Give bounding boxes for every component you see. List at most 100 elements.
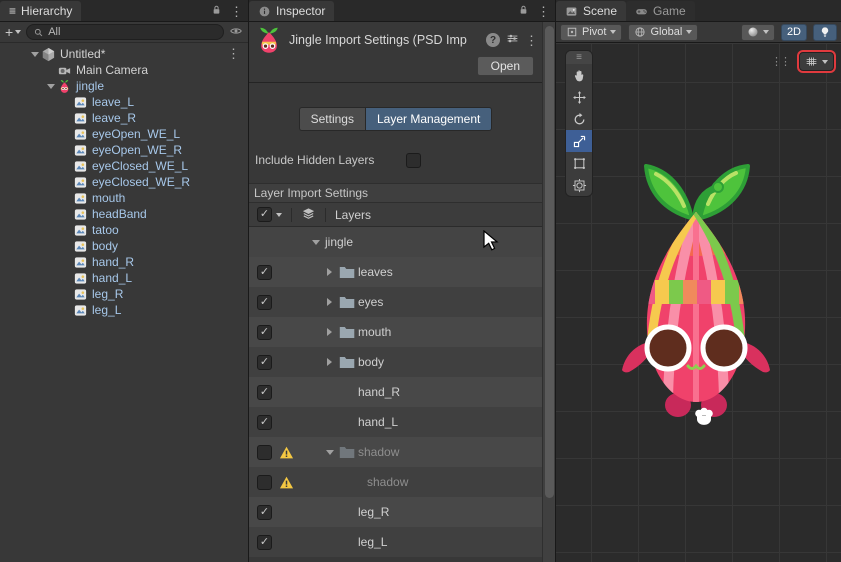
view-hand-tool[interactable] [566, 64, 592, 86]
scale-tool-selected[interactable] [566, 130, 592, 152]
hierarchy-item-leg_r[interactable]: leg_R [0, 286, 248, 302]
hierarchy-item-body[interactable]: body [0, 238, 248, 254]
tab-hierarchy[interactable]: ≡ Hierarchy [0, 1, 82, 21]
include-hidden-layers-label: Include Hidden Layers [255, 153, 375, 167]
layers-column-label: Layers [335, 207, 372, 222]
hierarchy-item-headband[interactable]: headBand [0, 206, 248, 222]
foldout-icon[interactable] [323, 326, 336, 339]
tab-layer-management[interactable]: Layer Management [364, 107, 493, 131]
scrollbar-thumb[interactable] [545, 26, 554, 498]
item-kebab-icon[interactable]: ⋮ [227, 46, 240, 62]
layer-enabled-checkbox[interactable]: ✓ [257, 324, 272, 340]
scene-picker-icon[interactable] [229, 24, 243, 41]
hierarchy-item-main-camera[interactable]: Main Camera [0, 62, 248, 78]
include-hidden-layers-checkbox[interactable] [406, 152, 421, 168]
global-dropdown[interactable]: Global [628, 23, 699, 41]
layer-enabled-checkbox[interactable] [257, 474, 272, 490]
hierarchy-item-jingle[interactable]: jingle [0, 78, 248, 94]
layer-enabled-checkbox[interactable]: ✓ [257, 384, 272, 400]
pivot-icon [567, 27, 577, 37]
layer-row-mouth[interactable]: ✓ mouth [249, 317, 542, 347]
layer-row-leaves[interactable]: ✓ leaves [249, 257, 542, 287]
foldout-icon [44, 64, 57, 77]
panel-kebab-icon[interactable]: ⋮ [537, 5, 550, 18]
tab-settings[interactable]: Settings [298, 107, 365, 131]
foldout-icon [60, 288, 73, 301]
lock-icon[interactable] [517, 3, 530, 19]
hierarchy-item-leave_l[interactable]: leave_L [0, 94, 248, 110]
overlay-drag-handle[interactable]: ≡ [566, 51, 592, 64]
foldout-icon [60, 192, 73, 205]
hierarchy-item-eyeopen_we_r[interactable]: eyeOpen_WE_R [0, 142, 248, 158]
layer-enabled-checkbox[interactable]: ✓ [257, 414, 272, 430]
foldout-icon [60, 224, 73, 237]
shading-mode-dropdown[interactable] [740, 23, 775, 41]
layer-enabled-checkbox[interactable]: ✓ [257, 294, 272, 310]
panel-kebab-icon[interactable]: ⋮ [230, 5, 243, 18]
hierarchy-item-hand_r[interactable]: hand_R [0, 254, 248, 270]
layer-row-hand_l[interactable]: ✓ hand_L [249, 407, 542, 437]
tab-inspector[interactable]: Inspector [249, 1, 335, 21]
sprite-icon [73, 191, 88, 206]
foldout-icon[interactable] [44, 80, 57, 93]
layer-enabled-checkbox[interactable]: ✓ [257, 354, 272, 370]
transform-tool[interactable] [566, 174, 592, 196]
foldout-icon[interactable] [323, 266, 336, 279]
scene-viewport[interactable]: ≡ ⋮⋮ [556, 44, 841, 562]
hierarchy-tree: Untitled* ⋮ Main Camera jingle leave_L leave_… [0, 43, 248, 318]
hierarchy-search-input[interactable]: All [26, 24, 224, 40]
presets-icon[interactable] [506, 32, 519, 48]
rect-tool[interactable] [566, 152, 592, 174]
layer-row-shadow-child[interactable]: shadow [249, 467, 542, 497]
hierarchy-item-hand_l[interactable]: hand_L [0, 270, 248, 286]
scene-lighting-toggle[interactable] [813, 23, 837, 41]
layer-enabled-checkbox[interactable]: ✓ [257, 534, 272, 550]
layer-row-body[interactable]: ✓ body [249, 347, 542, 377]
layer-row-hand_r[interactable]: ✓ hand_R [249, 377, 542, 407]
hierarchy-item-eyeclosed_we_l[interactable]: eyeClosed_WE_L [0, 158, 248, 174]
lock-icon[interactable] [210, 3, 223, 19]
layer-enabled-checkbox[interactable] [257, 444, 272, 460]
hierarchy-item-eyeclosed_we_r[interactable]: eyeClosed_WE_R [0, 174, 248, 190]
grid-visibility-button[interactable] [799, 52, 834, 71]
foldout-icon[interactable] [323, 446, 336, 459]
hierarchy-item-tatoo[interactable]: tatoo [0, 222, 248, 238]
hierarchy-item-leg_l[interactable]: leg_L [0, 302, 248, 318]
layer-row-leg_l[interactable]: ✓ leg_L [249, 527, 542, 557]
sprite-icon [73, 207, 88, 222]
layer-label: leg_R [358, 505, 390, 519]
checkbox-dropdown-caret-icon[interactable] [276, 212, 282, 217]
folder-icon [339, 356, 355, 369]
layer-enabled-checkbox[interactable]: ✓ [257, 504, 272, 520]
foldout-icon[interactable] [309, 236, 322, 249]
tab-game[interactable]: Game [626, 1, 695, 21]
foldout-icon[interactable] [28, 48, 41, 61]
open-button[interactable]: Open [476, 56, 534, 76]
rotate-tool[interactable] [566, 108, 592, 130]
asset-kebab-icon[interactable]: ⋮ [525, 34, 538, 47]
foldout-icon[interactable] [323, 356, 336, 369]
hierarchy-item-eyeopen_we_l[interactable]: eyeOpen_WE_L [0, 126, 248, 142]
move-tool[interactable] [566, 86, 592, 108]
all-layers-checkbox[interactable]: ✓ [257, 207, 272, 222]
tab-scene[interactable]: Scene [556, 1, 627, 21]
layer-row-eyes[interactable]: ✓ eyes [249, 287, 542, 317]
search-icon [35, 28, 43, 36]
pivot-dropdown[interactable]: Pivot [560, 23, 623, 41]
foldout-icon[interactable] [323, 296, 336, 309]
add-object-button[interactable]: + [5, 25, 22, 39]
sprite-icon [73, 95, 88, 110]
layer-row-shadow[interactable]: shadow [249, 437, 542, 467]
layer-enabled-checkbox[interactable]: ✓ [257, 264, 272, 280]
grid-overlay-drag-handle[interactable]: ⋮⋮ [771, 55, 791, 68]
foldout-icon [60, 144, 73, 157]
folder-icon [339, 446, 355, 459]
help-icon[interactable]: ? [486, 33, 500, 47]
hierarchy-item-mouth[interactable]: mouth [0, 190, 248, 206]
inspector-scrollbar[interactable] [542, 22, 555, 562]
jingle-character-sprite[interactable] [596, 152, 796, 432]
hierarchy-item-leave_r[interactable]: leave_R [0, 110, 248, 126]
layer-row-leg_r[interactable]: ✓ leg_R [249, 497, 542, 527]
hierarchy-item-untitled-[interactable]: Untitled* ⋮ [0, 46, 248, 62]
mode-2d-toggle[interactable]: 2D [780, 23, 807, 41]
